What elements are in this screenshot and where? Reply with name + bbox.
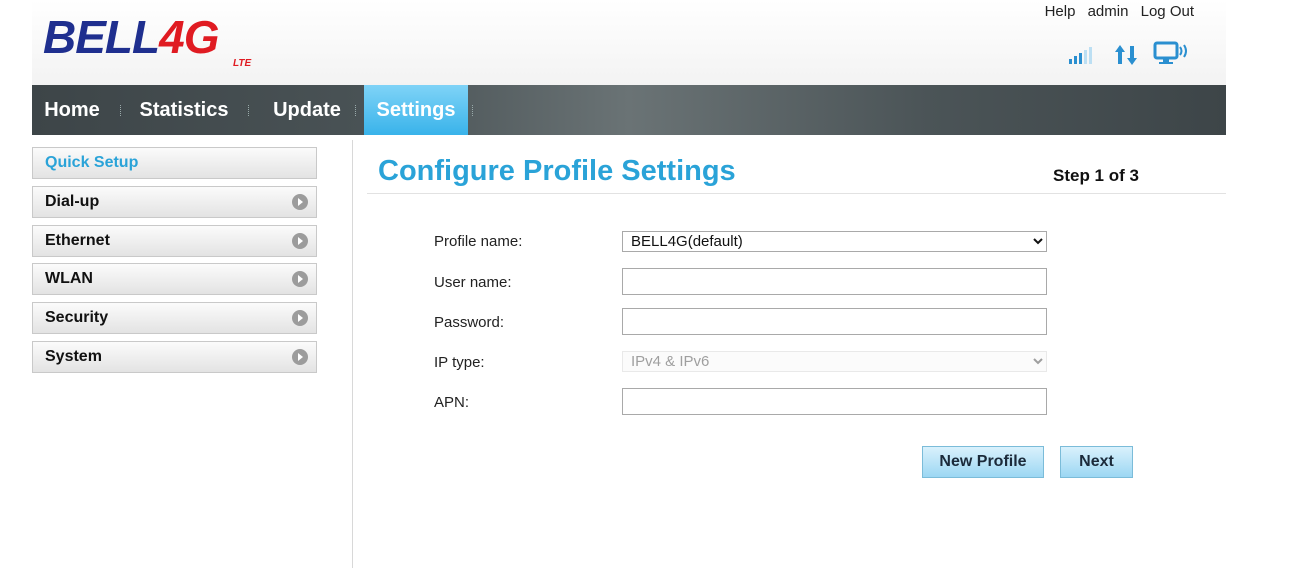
chevron-right-icon bbox=[292, 271, 308, 287]
bell-4g-logo: BELL4G LTE bbox=[43, 8, 273, 73]
chevron-right-icon bbox=[292, 194, 308, 210]
nav-update[interactable]: Update bbox=[258, 85, 356, 135]
profile-name-select[interactable]: BELL4G(default) bbox=[622, 231, 1047, 252]
nav-divider bbox=[472, 105, 474, 116]
ip-type-label: IP type: bbox=[434, 354, 485, 371]
nav-home[interactable]: Home bbox=[32, 85, 112, 135]
chevron-right-icon bbox=[292, 349, 308, 365]
header: BELL4G LTE Help admin Log Out bbox=[32, 0, 1226, 85]
help-link[interactable]: Help bbox=[1045, 3, 1076, 20]
vertical-divider bbox=[352, 140, 353, 568]
sidebar-item-label: Security bbox=[45, 309, 109, 326]
top-links: Help admin Log Out bbox=[1037, 3, 1194, 20]
signal-strength-icon bbox=[1069, 47, 1092, 64]
user-name-label: User name: bbox=[434, 274, 512, 291]
user-name-input[interactable] bbox=[622, 268, 1047, 295]
sidebar-item-dial-up[interactable]: Dial-up bbox=[32, 186, 317, 218]
title-divider bbox=[367, 193, 1226, 194]
logo-lte-text: LTE bbox=[233, 58, 252, 69]
sidebar-item-label: WLAN bbox=[45, 270, 93, 287]
sidebar-item-label: System bbox=[45, 348, 102, 365]
apn-input[interactable] bbox=[622, 388, 1047, 415]
nav-divider bbox=[355, 105, 357, 116]
chevron-right-icon bbox=[292, 310, 308, 326]
user-link[interactable]: admin bbox=[1088, 3, 1129, 20]
apn-label: APN: bbox=[434, 394, 470, 411]
password-label: Password: bbox=[434, 314, 505, 331]
sidebar-item-quick-setup[interactable]: Quick Setup bbox=[32, 147, 317, 179]
ip-type-select[interactable]: IPv4 & IPv6 bbox=[622, 351, 1047, 372]
logout-link[interactable]: Log Out bbox=[1141, 3, 1194, 20]
sidebar-item-system[interactable]: System bbox=[32, 341, 317, 373]
nav-divider bbox=[248, 105, 250, 116]
sidebar-item-wlan[interactable]: WLAN bbox=[32, 263, 317, 295]
sidebar-item-label: Quick Setup bbox=[45, 154, 139, 171]
logo-bell-text: BELL bbox=[43, 11, 160, 63]
sidebar-item-label: Ethernet bbox=[45, 232, 110, 249]
sidebar-item-label: Dial-up bbox=[45, 193, 100, 210]
nav-divider bbox=[120, 105, 122, 116]
password-input[interactable] bbox=[622, 308, 1047, 335]
next-button[interactable]: Next bbox=[1060, 446, 1133, 478]
page-title: Configure Profile Settings bbox=[378, 155, 736, 187]
step-indicator: Step 1 of 3 bbox=[1053, 166, 1139, 185]
logo-4g-text: 4G bbox=[159, 11, 219, 63]
new-profile-button[interactable]: New Profile bbox=[922, 446, 1044, 478]
nav-settings[interactable]: Settings bbox=[364, 85, 468, 135]
sidebar-item-security[interactable]: Security bbox=[32, 302, 317, 334]
connected-device-icon bbox=[1153, 41, 1187, 64]
profile-name-label: Profile name: bbox=[434, 233, 523, 250]
chevron-right-icon bbox=[292, 233, 308, 249]
nav-statistics[interactable]: Statistics bbox=[130, 85, 238, 135]
main-nav: Home Statistics Update Settings bbox=[32, 85, 1226, 135]
data-transfer-icon bbox=[1115, 45, 1137, 65]
sidebar-item-ethernet[interactable]: Ethernet bbox=[32, 225, 317, 257]
